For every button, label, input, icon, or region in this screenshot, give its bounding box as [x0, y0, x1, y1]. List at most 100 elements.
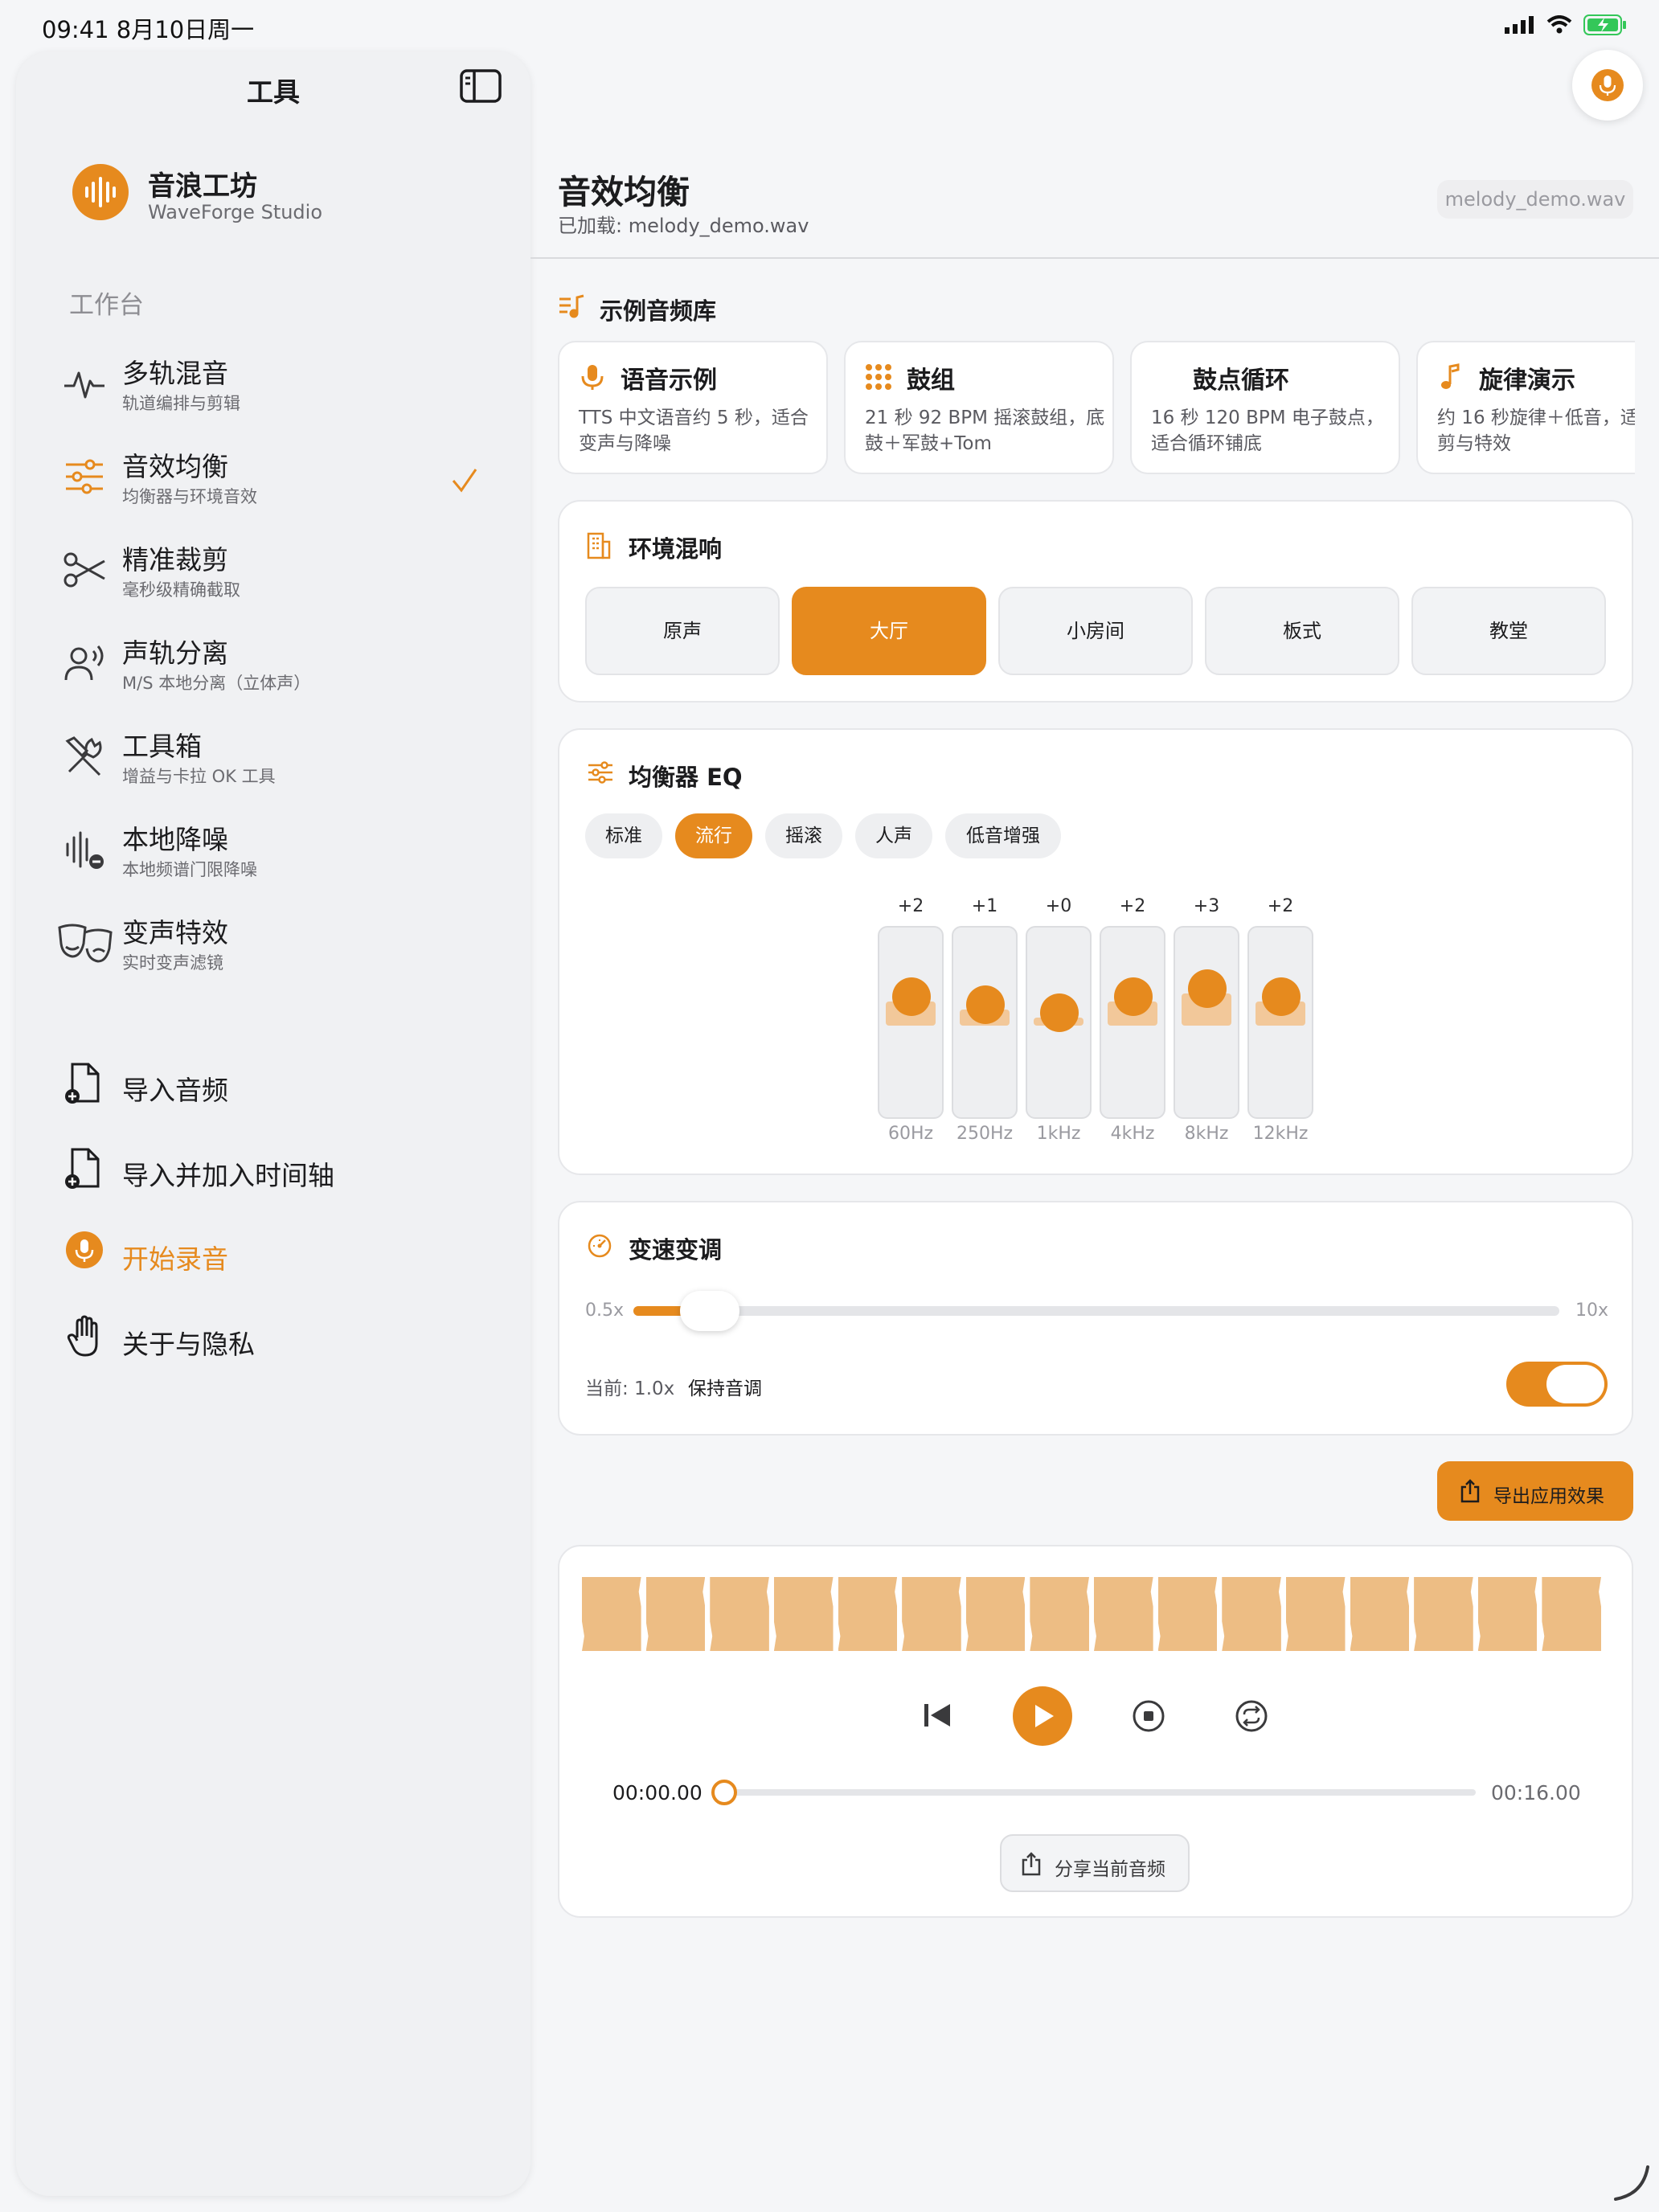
sidebar-item-desc: 轨道编排与剪辑	[122, 394, 240, 413]
share-label: 分享当前音频	[1055, 1859, 1165, 1880]
loaded-file-label: 已加载: melody_demo.wav	[558, 215, 809, 237]
wifi-icon	[1546, 15, 1572, 34]
eq-band-slider-250hz[interactable]	[952, 926, 1018, 1119]
music-list-icon	[559, 294, 584, 318]
current-time: 00:00.00	[612, 1781, 703, 1804]
sidebar-toggle-icon[interactable]	[460, 69, 502, 103]
mic-icon	[1591, 69, 1624, 101]
sample-desc: 约 16 秒旋律＋低音，适合裁剪与特效	[1437, 408, 1635, 454]
reverb-option-hall[interactable]: 大厅	[792, 587, 986, 675]
skip-back-icon[interactable]	[921, 1701, 953, 1730]
eq-preset-vocal[interactable]: 人声	[855, 813, 932, 858]
sidebar-item-multitrack[interactable]: 多轨混音 轨道编排与剪辑	[16, 346, 530, 434]
sidebar-item-trim[interactable]: 精准裁剪 毫秒级精确截取	[16, 532, 530, 621]
resize-corner-icon	[1614, 2165, 1649, 2201]
sidebar-item-separation[interactable]: 声轨分离 M/S 本地分离（立体声）	[16, 625, 530, 714]
waveform-segment	[965, 1577, 1026, 1651]
brand-logo-icon	[72, 164, 129, 220]
sample-card-voice[interactable]: 语音示例 TTS 中文语音约 5 秒，适合变声与降噪	[558, 341, 828, 474]
play-icon	[1035, 1705, 1054, 1727]
sample-card-beat-loop[interactable]: 鼓点循环 16 秒 120 BPM 电子鼓点，适合循环铺底	[1130, 341, 1400, 474]
sidebar-item-desc: 均衡器与环境音效	[122, 487, 257, 506]
speed-slider-thumb[interactable]	[680, 1291, 739, 1331]
eq-band-knob[interactable]	[966, 985, 1005, 1024]
playback-progress-thumb[interactable]	[711, 1780, 737, 1805]
record-fab-button[interactable]	[1572, 50, 1643, 121]
sidebar-item-effects-eq[interactable]: 音效均衡 均衡器与环境音效	[16, 439, 530, 527]
export-effects-button[interactable]: 导出应用效果	[1437, 1461, 1633, 1521]
waveform-segment	[1542, 1577, 1601, 1651]
waveform-segment	[1477, 1577, 1538, 1651]
sample-title: 语音示例	[621, 367, 717, 395]
eq-band-slider-8khz[interactable]	[1174, 926, 1239, 1119]
eq-band-slider-12khz[interactable]	[1247, 926, 1313, 1119]
reverb-option-small-room[interactable]: 小房间	[998, 587, 1193, 675]
eq-band-slider-60hz[interactable]	[878, 926, 944, 1119]
sample-card-melody[interactable]: 旋律演示 约 16 秒旋律＋低音，适合裁剪与特效	[1416, 341, 1635, 474]
grid-dots-icon	[866, 364, 891, 390]
sample-title: 鼓点循环	[1193, 367, 1289, 395]
loop-icon[interactable]	[1235, 1699, 1268, 1733]
eq-band-knob[interactable]	[892, 977, 931, 1016]
waveform-segment	[1414, 1577, 1473, 1651]
reverb-option-plate[interactable]: 板式	[1205, 587, 1399, 675]
eq-band-knob[interactable]	[1114, 977, 1153, 1016]
action-label: 关于与隐私	[122, 1329, 255, 1360]
toggle-knob	[1546, 1365, 1604, 1403]
sidebar-item-label: 本地降噪	[122, 824, 228, 855]
sliders-icon	[588, 761, 612, 784]
eq-preset-bass-boost[interactable]: 低音增强	[945, 813, 1061, 858]
doc-add-icon	[65, 1063, 100, 1104]
action-label: 导入并加入时间轴	[122, 1160, 334, 1191]
keep-pitch-toggle[interactable]	[1506, 1362, 1608, 1407]
speed-slider-track[interactable]	[633, 1306, 1559, 1316]
eq-band-slider-1khz[interactable]	[1026, 926, 1092, 1119]
playback-progress-track[interactable]	[723, 1789, 1476, 1796]
import-audio-button[interactable]: 导入音频	[16, 1048, 530, 1120]
eq-band-knob[interactable]	[1188, 969, 1227, 1008]
waveform[interactable]	[582, 1577, 1606, 1651]
speed-min-label: 0.5x	[585, 1301, 625, 1321]
play-button[interactable]	[1013, 1686, 1072, 1746]
eq-preset-rock[interactable]: 摇滚	[765, 813, 842, 858]
share-icon	[1460, 1479, 1480, 1503]
eq-preset-pop[interactable]: 流行	[675, 813, 752, 858]
scissors-icon	[63, 552, 105, 588]
eq-band-knob[interactable]	[1040, 993, 1079, 1032]
total-time: 00:16.00	[1491, 1781, 1581, 1804]
brand-subtitle: WaveForge Studio	[148, 201, 323, 223]
sidebar-item-label: 变声特效	[122, 917, 228, 948]
eq-band-slider-4khz[interactable]	[1100, 926, 1165, 1119]
brand-name: 音浪工坊	[148, 170, 257, 203]
start-recording-button[interactable]: 开始录音	[16, 1217, 530, 1289]
hand-icon	[67, 1315, 98, 1357]
tools-icon	[65, 736, 102, 776]
waveform-segment	[773, 1577, 834, 1651]
import-to-timeline-button[interactable]: 导入并加入时间轴	[16, 1133, 530, 1206]
stop-icon[interactable]	[1132, 1699, 1165, 1733]
sample-desc: TTS 中文语音约 5 秒，适合变声与降噪	[579, 408, 809, 454]
sidebar-item-desc: M/S 本地分离（立体声）	[122, 674, 311, 693]
status-time: 09:41 8月10日周一	[42, 16, 255, 43]
sidebar-item-denoise[interactable]: 本地降噪 本地频谱门限降噪	[16, 812, 530, 900]
sidebar-item-label: 精准裁剪	[122, 544, 228, 576]
waveform-segment	[1350, 1577, 1410, 1651]
building-icon	[587, 532, 611, 559]
sample-card-drums[interactable]: 鼓组 21 秒 92 BPM 摇滚鼓组，底鼓＋军鼓+Tom	[844, 341, 1114, 474]
reverb-option-original[interactable]: 原声	[585, 587, 780, 675]
waveform-pulse-icon	[64, 371, 104, 399]
status-icons	[1505, 14, 1627, 35]
waveform-segment	[1030, 1577, 1089, 1651]
sidebar-item-toolbox[interactable]: 工具箱 增益与卡拉 OK 工具	[16, 719, 530, 807]
eq-preset-standard[interactable]: 标准	[585, 813, 662, 858]
share-audio-button[interactable]: 分享当前音频	[1000, 1834, 1190, 1892]
sidebar-item-voice-fx[interactable]: 变声特效 实时变声滤镜	[16, 905, 530, 993]
reverb-option-church[interactable]: 教堂	[1411, 587, 1606, 675]
eq-band-knob[interactable]	[1262, 977, 1301, 1016]
reverb-heading: 环境混响	[629, 535, 723, 563]
about-privacy-button[interactable]: 关于与隐私	[16, 1302, 530, 1374]
waveform-segment	[902, 1577, 961, 1651]
sidebar-item-label: 多轨混音	[122, 358, 228, 389]
waveform-segment	[645, 1577, 706, 1651]
action-label: 导入音频	[122, 1075, 228, 1106]
